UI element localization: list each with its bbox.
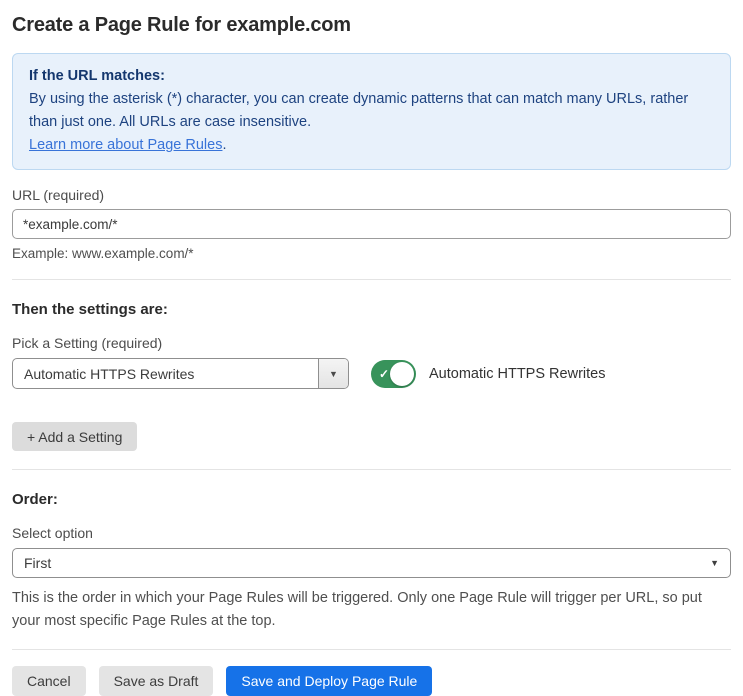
setting-toggle-group: ✓ Automatic HTTPS Rewrites <box>371 359 606 388</box>
page-title: Create a Page Rule for example.com <box>12 14 351 36</box>
caret-down-icon: ▼ <box>710 558 719 568</box>
order-select-label: Select option <box>12 525 93 541</box>
info-box-body: By using the asterisk (*) character, you… <box>29 91 689 130</box>
setting-dropdown[interactable]: Automatic HTTPS Rewrites ▼ <box>12 358 349 389</box>
order-helper-text: This is the order in which your Page Rul… <box>12 590 702 629</box>
save-and-deploy-button[interactable]: Save and Deploy Page Rule <box>226 666 433 696</box>
pick-setting-label: Pick a Setting (required) <box>12 335 163 351</box>
order-section-heading: Order: <box>12 491 58 508</box>
url-field-helper: Example: www.example.com/* <box>12 246 194 261</box>
url-input[interactable] <box>12 209 731 239</box>
add-setting-button[interactable]: + Add a Setting <box>12 422 138 451</box>
https-rewrites-toggle[interactable]: ✓ <box>371 359 416 388</box>
settings-section-heading: Then the settings are: <box>12 301 168 318</box>
footer-actions: Cancel Save as Draft Save and Deploy Pag… <box>12 666 731 696</box>
divider <box>12 469 731 470</box>
cancel-button[interactable]: Cancel <box>12 666 86 696</box>
toggle-label: Automatic HTTPS Rewrites <box>429 365 606 382</box>
divider <box>12 649 731 650</box>
url-field-label: URL (required) <box>12 187 105 203</box>
divider <box>12 279 731 280</box>
save-as-draft-button[interactable]: Save as Draft <box>98 666 214 696</box>
setting-row: Automatic HTTPS Rewrites ▼ ✓ Automatic H… <box>12 358 731 389</box>
caret-down-icon[interactable]: ▼ <box>318 359 348 388</box>
url-matches-info-box: If the URL matches: By using the asteris… <box>12 53 731 170</box>
info-box-link-line: Learn more about Page Rules. <box>29 134 714 157</box>
toggle-knob <box>390 361 414 386</box>
info-box-heading: If the URL matches: <box>29 68 165 84</box>
learn-more-link[interactable]: Learn more about Page Rules <box>29 137 222 153</box>
create-page-rule-form: Create a Page Rule for example.com If th… <box>0 0 743 696</box>
order-select[interactable]: First ▼ <box>12 548 731 578</box>
setting-dropdown-value: Automatic HTTPS Rewrites <box>24 365 195 382</box>
link-suffix: . <box>222 137 227 153</box>
check-icon: ✓ <box>379 366 390 381</box>
order-select-value: First <box>24 555 52 571</box>
